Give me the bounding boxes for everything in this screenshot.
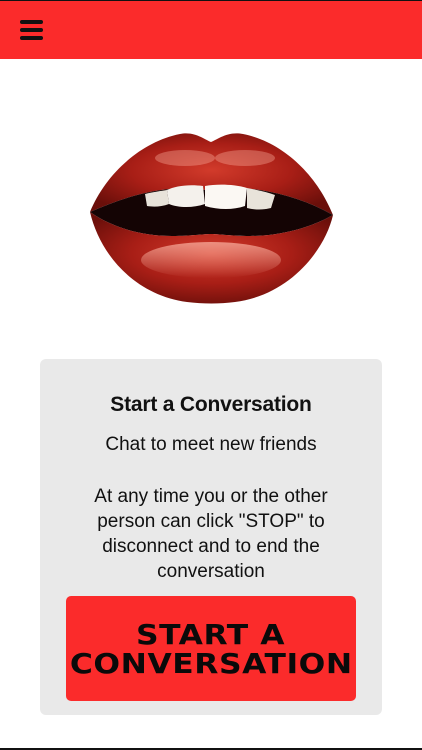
top-bar <box>0 0 422 59</box>
start-conversation-button[interactable]: START A CONVERSATION <box>66 596 356 701</box>
start-button-line1: START A <box>136 617 286 651</box>
lips-image <box>85 120 337 312</box>
card-description: At any time you or the other person can … <box>94 486 328 582</box>
conversation-card: Start a Conversation Chat to meet new fr… <box>40 359 382 715</box>
app-screen: Start a Conversation Chat to meet new fr… <box>0 0 422 750</box>
card-subtitle: Chat to meet new friends <box>105 434 317 455</box>
start-button-line2: CONVERSATION <box>69 646 353 680</box>
hamburger-menu-icon[interactable] <box>17 18 47 42</box>
card-title: Start a Conversation <box>110 393 312 416</box>
